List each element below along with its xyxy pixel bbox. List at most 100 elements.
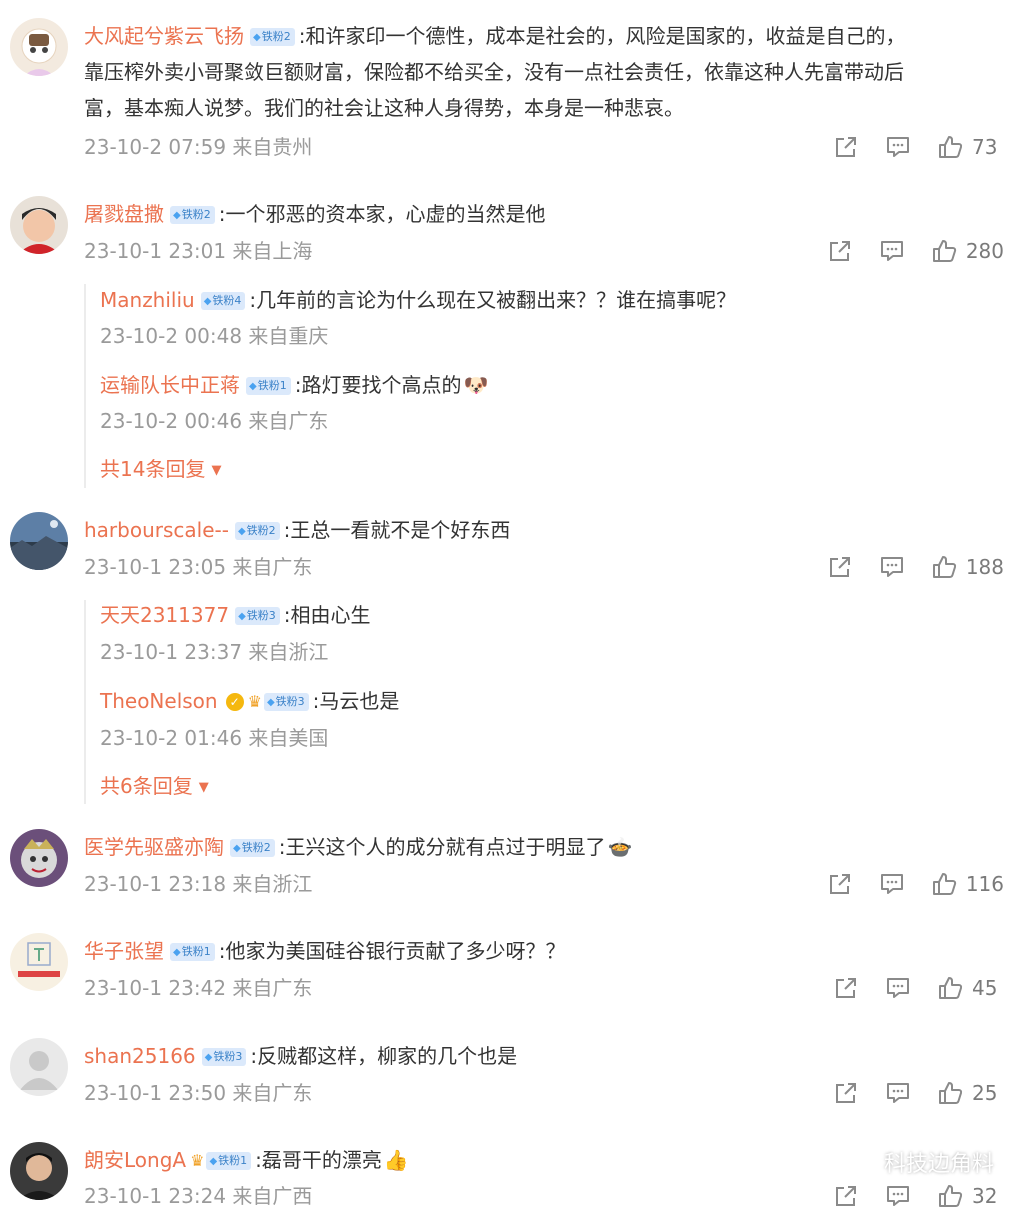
avatar[interactable] <box>10 933 68 991</box>
comment-icon[interactable] <box>878 237 906 265</box>
like-icon[interactable] <box>930 553 958 581</box>
like-icon[interactable] <box>930 870 958 898</box>
reply-text-line: 运输队长中正蒋 ◆铁粉1:路灯要找个高点的 🐶 <box>100 367 1004 403</box>
badge-label: 铁粉3 <box>213 1050 243 1063</box>
caret-down-icon: ▼ <box>198 780 209 795</box>
share-icon[interactable] <box>832 133 860 161</box>
username[interactable]: 朗安LongA <box>84 1148 186 1172</box>
share-icon[interactable] <box>832 1079 860 1107</box>
fan-badge: ◆铁粉2 <box>230 839 275 857</box>
comment-icon[interactable] <box>884 974 912 1002</box>
like-count: 32 <box>972 1184 998 1208</box>
badge-label: 铁粉2 <box>246 524 276 537</box>
username[interactable]: 大风起兮紫云飞扬 <box>84 24 244 48</box>
avatar[interactable] <box>10 1142 68 1200</box>
comment-icon[interactable] <box>884 1079 912 1107</box>
like-count: 116 <box>965 872 1004 896</box>
comment-meta: 23-10-1 23:18 来自浙江 <box>84 872 313 896</box>
watermark-text: 科技边角料 <box>883 1152 994 1177</box>
fan-badge: ◆铁粉2 <box>234 522 280 540</box>
reply-username[interactable]: Manzhiliu <box>100 288 195 312</box>
comment-actions: 73 <box>808 132 1004 162</box>
comment-text: :反贼都这样，柳家的几个也是 <box>250 1044 518 1068</box>
more-replies-label: 共6条回复 <box>100 774 193 798</box>
like-count: 188 <box>965 555 1004 579</box>
reply-meta: 23-10-1 23:37 来自浙江 <box>100 640 329 664</box>
like-count: 73 <box>972 135 998 159</box>
share-icon[interactable] <box>832 1182 860 1210</box>
comment-icon[interactable] <box>884 1182 912 1210</box>
comment-text: :一个邪恶的资本家，心虚的当然是他 <box>218 202 546 226</box>
badge-label: 铁粉1 <box>218 1154 248 1167</box>
reply-username[interactable]: 运输队长中正蒋 <box>100 373 240 397</box>
watermark: 科技边角料 <box>845 1146 994 1178</box>
comment-text: :和许家印一个德性，成本是社会的，风险是国家的，收益是自己的， <box>298 24 906 48</box>
fan-badge: ◆铁粉3 <box>201 1048 247 1066</box>
avatar[interactable] <box>10 1038 68 1096</box>
wechat-logo-icon <box>845 1147 876 1177</box>
diamond-icon: ◆ <box>173 210 181 221</box>
username[interactable]: harbourscale-- <box>84 518 229 542</box>
comment-actions: 25 <box>808 1078 1004 1108</box>
comment-text: :王总一看就不是个好东西 <box>283 518 511 542</box>
reply-username[interactable]: 天天2311377 <box>100 603 229 627</box>
share-icon[interactable] <box>826 237 854 265</box>
fan-badge: ◆铁粉1 <box>246 377 291 395</box>
share-icon[interactable] <box>832 974 860 1002</box>
fan-badge: ◆铁粉1 <box>170 943 215 961</box>
like-icon[interactable] <box>930 237 958 265</box>
reply-text-line: Manzhiliu ◆铁粉4:几年前的言论为什么现在又被翻出来？？谁在搞事呢？ <box>100 282 1004 318</box>
comment-text: :磊哥干的漂亮 <box>255 1148 382 1172</box>
reply-text: :相由心生 <box>283 603 371 627</box>
comment-meta: 23-10-1 23:50 来自广东 <box>84 1081 313 1105</box>
comment-text: 富，基本痴人说梦。我们的社会让这种人身得势，本身是一种悲哀。 <box>84 96 684 120</box>
comment-icon[interactable] <box>878 553 906 581</box>
avatar[interactable] <box>10 829 68 887</box>
like-icon[interactable] <box>936 133 964 161</box>
comment-actions: 188 <box>802 552 1004 582</box>
diamond-icon: ◆ <box>209 1156 218 1167</box>
fan-badge: ◆铁粉4 <box>200 292 246 310</box>
verified-icon: ✓ <box>225 693 244 711</box>
like-icon[interactable] <box>936 974 964 1002</box>
like-icon[interactable] <box>936 1079 964 1107</box>
badge-label: 铁粉2 <box>181 208 211 221</box>
share-icon[interactable] <box>826 870 854 898</box>
username[interactable]: 华子张望 <box>84 939 164 963</box>
comment-meta: 23-10-2 07:59 来自贵州 <box>84 135 313 159</box>
comment-meta: 23-10-1 23:24 来自广西 <box>84 1184 313 1208</box>
avatar[interactable] <box>10 196 68 254</box>
more-replies-link[interactable]: 共14条回复 ▼ <box>100 454 221 486</box>
badge-label: 铁粉4 <box>212 294 242 307</box>
badge-label: 铁粉1 <box>257 379 287 392</box>
diamond-icon: ◆ <box>203 296 212 307</box>
comment-actions: 45 <box>808 973 1004 1003</box>
comment-text-line: 富，基本痴人说梦。我们的社会让这种人身得势，本身是一种悲哀。 <box>84 90 1004 126</box>
reply-username[interactable]: TheoNelson <box>100 689 218 713</box>
comment-icon[interactable] <box>878 870 906 898</box>
crown-icon: ♛ <box>247 692 262 711</box>
comment-text-line: 华子张望 ◆铁粉1:他家为美国硅谷银行贡献了多少呀？？ <box>84 933 1004 969</box>
comment-text-line: 屠戮盘撒 ◆铁粉2 :一个邪恶的资本家，心虚的当然是他 <box>84 196 1004 232</box>
username[interactable]: 屠戮盘撒 <box>84 202 164 226</box>
reply-text-line: 天天2311377 ◆铁粉3:相由心生 <box>100 597 1004 633</box>
crown-icon: ♛ <box>190 1151 205 1170</box>
like-icon[interactable] <box>936 1182 964 1210</box>
reply-text-line: TheoNelson ✓ ♛ ◆铁粉3:马云也是 <box>100 683 1004 720</box>
username[interactable]: 医学先驱盛亦陶 <box>84 835 224 859</box>
avatar[interactable] <box>10 18 68 76</box>
like-count: 280 <box>965 239 1004 263</box>
avatar[interactable] <box>10 512 68 570</box>
comment-meta: 23-10-1 23:05 来自广东 <box>84 555 313 579</box>
badge-label: 铁粉3 <box>275 695 305 708</box>
hotpot-emoji-icon: 🍲 <box>607 835 633 859</box>
fan-badge: ◆铁粉1 <box>206 1152 252 1170</box>
reply-meta: 23-10-2 00:48 来自重庆 <box>100 324 329 348</box>
more-replies-link[interactable]: 共6条回复 ▼ <box>100 771 209 803</box>
username[interactable]: shan25166 <box>84 1044 196 1068</box>
comment-icon[interactable] <box>884 133 912 161</box>
share-icon[interactable] <box>826 553 854 581</box>
badge-label: 铁粉2 <box>241 841 271 854</box>
caret-down-icon: ▼ <box>211 463 222 478</box>
reply-text: :路灯要找个高点的 <box>294 373 462 397</box>
